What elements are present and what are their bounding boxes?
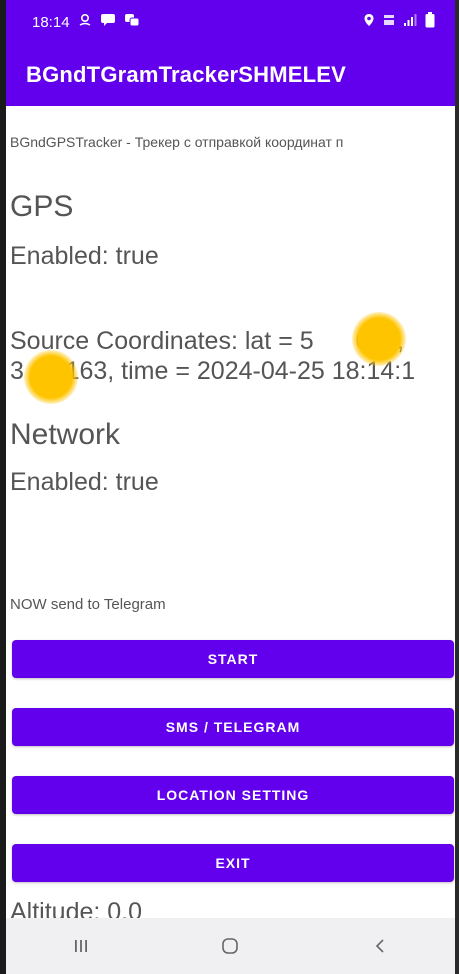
app-subtitle: BGndGPSTracker - Трекер с отправкой коор… [10, 134, 344, 150]
app-title: BGndTGramTrackerSHMELEV [26, 62, 347, 87]
location-icon [363, 13, 375, 31]
gps-section-title: GPS [10, 190, 74, 223]
device-bezel-right [455, 0, 459, 974]
coordinates-line-1: Source Coordinates: lat = 5 622, [10, 327, 404, 355]
signal-4g-icon [383, 13, 395, 31]
phone-screen: 18:14 BGndTGramTrackerSHMELEV BGndGPSTra… [0, 0, 459, 974]
network-enabled-status: Enabled: true [10, 468, 159, 496]
location-setting-button[interactable]: LOCATION SETTING [12, 776, 454, 814]
network-section-title: Network [10, 418, 121, 451]
redaction-mark [24, 350, 78, 404]
app-bar: BGndTGramTrackerSHMELEV [6, 44, 455, 106]
gps-enabled-status: Enabled: true [10, 242, 159, 270]
cell-signal-icon [403, 13, 417, 31]
status-right [363, 12, 435, 32]
chat-icon [124, 13, 140, 31]
altitude-value: Altitude: 0.0 [10, 898, 143, 918]
battery-icon [425, 12, 435, 32]
send-status-text: NOW send to Telegram [10, 596, 166, 613]
status-bar: 18:14 [6, 0, 455, 44]
status-left: 18:14 [32, 13, 140, 31]
exit-button[interactable]: EXIT [12, 844, 454, 882]
status-time: 18:14 [32, 13, 70, 31]
home-icon[interactable] [200, 926, 260, 966]
message-icon [100, 13, 116, 31]
main-content: BGndGPSTracker - Трекер с отправкой коор… [6, 106, 455, 918]
navigation-bar [6, 918, 455, 974]
redaction-mark [352, 312, 406, 366]
sms-telegram-button[interactable]: SMS / TELEGRAM [12, 708, 454, 746]
location-pin-icon [78, 13, 92, 31]
recent-apps-icon[interactable] [51, 926, 111, 966]
back-icon[interactable] [350, 926, 410, 966]
start-button[interactable]: START [12, 640, 454, 678]
